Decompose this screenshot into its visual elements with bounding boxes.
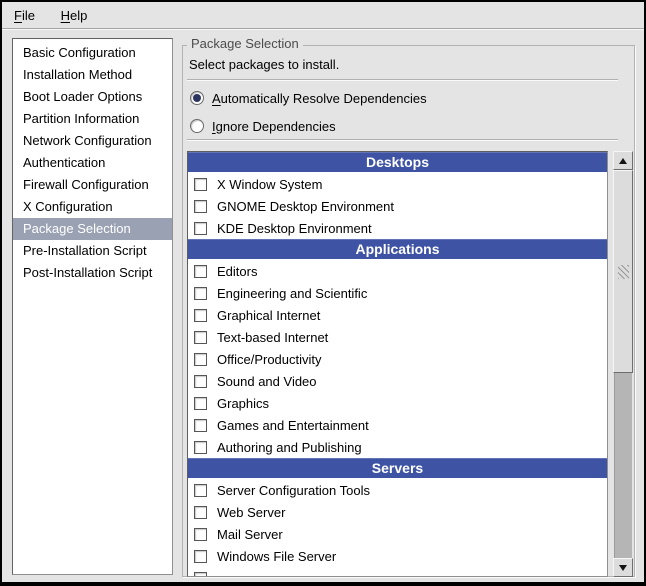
radio-mnemonic: A: [212, 91, 221, 106]
package-label: Mail Server: [217, 527, 283, 542]
menubar: File Help: [2, 2, 644, 29]
menu-file-mnemonic: F: [14, 8, 22, 23]
radio-icon[interactable]: [190, 91, 204, 105]
checkbox-icon[interactable]: [194, 331, 207, 344]
package-row[interactable]: Web Server: [188, 501, 607, 523]
package-row[interactable]: Graphical Internet: [188, 304, 607, 326]
checkbox-icon[interactable]: [194, 309, 207, 322]
radio-auto-resolve-dependencies[interactable]: Automatically Resolve Dependencies: [190, 88, 427, 108]
scroll-down-button[interactable]: [613, 558, 633, 577]
package-row[interactable]: Engineering and Scientific: [188, 282, 607, 304]
sidebar-list: Basic ConfigurationInstallation MethodBo…: [12, 38, 173, 575]
package-label: Authoring and Publishing: [217, 440, 362, 455]
package-row-partial[interactable]: [188, 567, 607, 577]
radio-ignore-dependencies[interactable]: Ignore Dependencies: [190, 116, 336, 136]
package-row[interactable]: GNOME Desktop Environment: [188, 195, 607, 217]
package-group-header-applications: Applications: [188, 239, 607, 259]
package-label: Graphics: [217, 396, 269, 411]
scroll-up-button[interactable]: [613, 151, 633, 170]
package-group-header-servers: Servers: [188, 458, 607, 478]
sidebar-item-firewall-configuration[interactable]: Firewall Configuration: [13, 174, 172, 196]
package-label: Engineering and Scientific: [217, 286, 367, 301]
kickstart-configurator-window: File Help Basic ConfigurationInstallatio…: [0, 0, 646, 586]
menu-file-label: ile: [22, 8, 35, 23]
menu-item-help[interactable]: Help: [51, 2, 98, 28]
radio-label: Ignore Dependencies: [212, 119, 336, 134]
package-label: Editors: [217, 264, 257, 279]
menu-help-mnemonic: H: [61, 8, 70, 23]
instruction-text: Select packages to install.: [189, 57, 339, 72]
sidebar-item-network-configuration[interactable]: Network Configuration: [13, 130, 172, 152]
sidebar-item-basic-configuration[interactable]: Basic Configuration: [13, 42, 172, 64]
checkbox-icon[interactable]: [194, 528, 207, 541]
package-label: Office/Productivity: [217, 352, 322, 367]
sidebar-item-installation-method[interactable]: Installation Method: [13, 64, 172, 86]
checkbox-icon[interactable]: [194, 178, 207, 191]
sidebar-item-partition-information[interactable]: Partition Information: [13, 108, 172, 130]
package-label: Web Server: [217, 505, 285, 520]
groupbox-title: Package Selection: [187, 36, 303, 51]
sidebar-item-x-configuration[interactable]: X Configuration: [13, 196, 172, 218]
package-row[interactable]: Editors: [188, 260, 607, 282]
package-row[interactable]: Office/Productivity: [188, 348, 607, 370]
sidebar-item-post-installation-script[interactable]: Post-Installation Script: [13, 262, 172, 284]
package-label: Windows File Server: [217, 549, 336, 564]
checkbox-icon[interactable]: [194, 200, 207, 213]
package-row[interactable]: KDE Desktop Environment: [188, 217, 607, 239]
checkbox-icon[interactable]: [194, 572, 207, 578]
package-label: Sound and Video: [217, 374, 317, 389]
arrow-down-icon: [619, 565, 627, 571]
package-label: GNOME Desktop Environment: [217, 199, 394, 214]
package-label: Games and Entertainment: [217, 418, 369, 433]
package-row[interactable]: Graphics: [188, 392, 607, 414]
package-label: Server Configuration Tools: [217, 483, 370, 498]
radio-label-text: utomatically Resolve Dependencies: [221, 91, 427, 106]
checkbox-icon[interactable]: [194, 375, 207, 388]
package-row[interactable]: Text-based Internet: [188, 326, 607, 348]
package-row[interactable]: Server Configuration Tools: [188, 479, 607, 501]
package-label: Graphical Internet: [217, 308, 320, 323]
menu-item-file[interactable]: File: [4, 2, 45, 28]
radio-label-text: gnore Dependencies: [216, 119, 336, 134]
package-row[interactable]: X Window System: [188, 173, 607, 195]
package-label: KDE Desktop Environment: [217, 221, 372, 236]
thumb-grip-icon: [618, 265, 629, 279]
package-group-header-desktops: Desktops: [188, 152, 607, 172]
sidebar-item-package-selection[interactable]: Package Selection: [13, 218, 172, 240]
sidebar-item-boot-loader-options[interactable]: Boot Loader Options: [13, 86, 172, 108]
checkbox-icon[interactable]: [194, 353, 207, 366]
package-list-area: Desktops X Window System GNOME Desktop Env…: [187, 151, 633, 577]
scrollbar-thumb[interactable]: [613, 170, 633, 373]
checkbox-icon[interactable]: [194, 397, 207, 410]
package-row[interactable]: Authoring and Publishing: [188, 436, 607, 458]
checkbox-icon[interactable]: [194, 419, 207, 432]
checkbox-icon[interactable]: [194, 550, 207, 563]
package-row[interactable]: Mail Server: [188, 523, 607, 545]
menu-help-label: elp: [70, 8, 87, 23]
checkbox-icon[interactable]: [194, 506, 207, 519]
package-list: Desktops X Window System GNOME Desktop Env…: [187, 151, 608, 577]
separator: [187, 139, 618, 141]
sidebar-item-authentication[interactable]: Authentication: [13, 152, 172, 174]
package-row[interactable]: Games and Entertainment: [188, 414, 607, 436]
sidebar-item-pre-installation-script[interactable]: Pre-Installation Script: [13, 240, 172, 262]
package-label: Text-based Internet: [217, 330, 328, 345]
arrow-up-icon: [619, 158, 627, 164]
package-row[interactable]: Windows File Server: [188, 545, 607, 567]
checkbox-icon[interactable]: [194, 265, 207, 278]
package-label: X Window System: [217, 177, 322, 192]
checkbox-icon[interactable]: [194, 222, 207, 235]
radio-icon[interactable]: [190, 119, 204, 133]
separator: [187, 79, 618, 81]
checkbox-icon[interactable]: [194, 484, 207, 497]
vertical-scrollbar[interactable]: [613, 151, 633, 577]
package-row[interactable]: Sound and Video: [188, 370, 607, 392]
radio-label: Automatically Resolve Dependencies: [212, 91, 427, 106]
groupbox-package-selection: Package Selection Select packages to ins…: [182, 45, 635, 577]
checkbox-icon[interactable]: [194, 287, 207, 300]
checkbox-icon[interactable]: [194, 441, 207, 454]
